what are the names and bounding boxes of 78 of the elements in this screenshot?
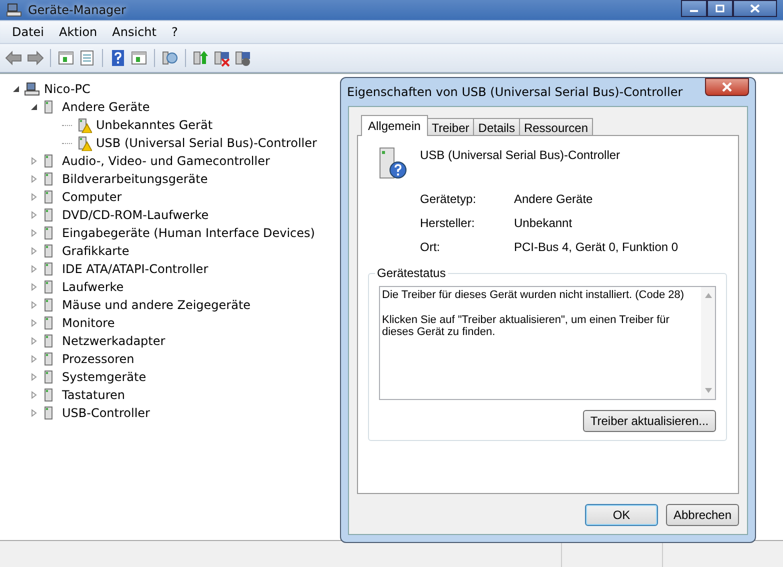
forward-arrow-icon[interactable] bbox=[26, 49, 44, 67]
device-name: USB (Universal Serial Bus)-Controller bbox=[420, 148, 620, 162]
tree-item[interactable]: Tastaturen bbox=[62, 388, 125, 402]
expand-triangle-icon[interactable] bbox=[30, 229, 38, 237]
property-value: PCI-Bus 4, Gerät 0, Funktion 0 bbox=[514, 240, 680, 254]
maximize-button[interactable] bbox=[707, 0, 733, 17]
document-icon[interactable] bbox=[78, 49, 96, 67]
minimize-button[interactable] bbox=[681, 0, 707, 17]
expand-triangle-icon[interactable] bbox=[30, 157, 38, 165]
status-message: Die Treiber für dieses Gerät wurden nicht installiert. (Code 28) bbox=[382, 289, 686, 301]
property-value: Andere Geräte bbox=[514, 192, 594, 206]
expand-triangle-icon[interactable] bbox=[30, 265, 38, 273]
status-text-box[interactable]: Die Treiber für dieses Gerät wurden nicht installiert. (Code 28) Klicken Sie auf "Treiber aktualisieren", um einen Treiber für dieses Gerät zu finden. bbox=[379, 286, 716, 400]
expand-triangle-icon[interactable] bbox=[30, 193, 38, 201]
scroll-up-icon[interactable] bbox=[704, 293, 712, 298]
expand-triangle-icon[interactable] bbox=[30, 391, 38, 399]
expand-triangle-icon[interactable] bbox=[30, 211, 38, 219]
tree-item[interactable]: Nico-PC bbox=[44, 82, 90, 96]
expand-triangle-icon[interactable] bbox=[30, 175, 38, 183]
expand-triangle-icon[interactable] bbox=[30, 283, 38, 291]
tree-item[interactable]: Bildverarbeitungsgeräte bbox=[62, 172, 208, 186]
cancel-button[interactable]: Abbrechen bbox=[666, 504, 739, 526]
computer-icon bbox=[6, 2, 22, 18]
close-icon bbox=[750, 4, 760, 13]
menu-item[interactable]: Datei bbox=[6, 25, 50, 39]
tree-item[interactable]: Monitore bbox=[62, 316, 115, 330]
tree-item[interactable]: Laufwerke bbox=[62, 280, 124, 294]
window-pane-icon[interactable] bbox=[130, 49, 148, 67]
property-value: Unbekannt bbox=[514, 216, 574, 230]
maximize-icon bbox=[715, 4, 725, 13]
status-message: Klicken Sie auf "Treiber aktualisieren", um einen Treiber für dieses Gerät zu finden. bbox=[382, 314, 670, 338]
tab[interactable]: Ressourcen bbox=[518, 118, 593, 136]
tree-item[interactable]: Eingabegeräte (Human Interface Devices) bbox=[62, 226, 315, 240]
tree-item[interactable]: Unbekanntes Gerät bbox=[96, 118, 213, 132]
expand-triangle-icon[interactable] bbox=[30, 373, 38, 381]
property-label: Hersteller: bbox=[420, 216, 476, 230]
dialog-title: Eigenschaften von USB (Universal Serial Bus)-Controller bbox=[347, 85, 683, 99]
tree-item[interactable]: Grafikkarte bbox=[62, 244, 130, 258]
tree-item[interactable]: DVD/CD-ROM-Laufwerke bbox=[62, 208, 209, 222]
tree-item[interactable]: Andere Geräte bbox=[62, 100, 150, 114]
tree-item[interactable]: USB (Universal Serial Bus)-Controller bbox=[96, 136, 317, 150]
tree-item[interactable]: Mäuse und andere Zeigegeräte bbox=[62, 298, 251, 312]
collapse-triangle-icon[interactable] bbox=[30, 103, 38, 111]
tree-item[interactable]: IDE ATA/ATAPI-Controller bbox=[62, 262, 208, 276]
expand-triangle-icon[interactable] bbox=[30, 409, 38, 417]
menu-item[interactable]: Ansicht bbox=[106, 25, 162, 39]
tree-item[interactable]: Netzwerkadapter bbox=[62, 334, 166, 348]
expand-triangle-icon[interactable] bbox=[30, 319, 38, 327]
menu-item[interactable]: Aktion bbox=[53, 25, 104, 39]
tree-item[interactable]: Computer bbox=[62, 190, 122, 204]
ok-button[interactable]: OK bbox=[585, 504, 658, 526]
tab[interactable]: Details bbox=[473, 118, 520, 136]
expand-triangle-icon[interactable] bbox=[30, 301, 38, 309]
close-button[interactable] bbox=[733, 0, 777, 17]
expand-triangle-icon[interactable] bbox=[30, 247, 38, 255]
tree-item[interactable]: Prozessoren bbox=[62, 352, 134, 366]
close-icon bbox=[721, 82, 733, 92]
window-pane-icon[interactable] bbox=[57, 49, 75, 67]
computer-icon bbox=[24, 81, 40, 97]
collapse-triangle-icon[interactable] bbox=[12, 85, 20, 93]
group-label: Gerätestatus bbox=[375, 266, 448, 280]
update-driver-button[interactable]: Treiber aktualisieren... bbox=[583, 410, 716, 432]
device-remove-icon[interactable] bbox=[213, 49, 231, 67]
close-button[interactable] bbox=[705, 78, 749, 96]
back-arrow-icon[interactable] bbox=[5, 49, 23, 67]
device-update-icon[interactable] bbox=[192, 49, 210, 67]
window-title: Geräte-Manager bbox=[28, 3, 126, 17]
tree-item[interactable]: Audio-, Video- und Gamecontroller bbox=[62, 154, 270, 168]
menu-item[interactable]: ? bbox=[165, 25, 184, 39]
property-label: Ort: bbox=[420, 240, 441, 254]
expand-triangle-icon[interactable] bbox=[30, 355, 38, 363]
scroll-down-icon[interactable] bbox=[704, 388, 712, 393]
help-icon[interactable] bbox=[109, 49, 127, 67]
property-label: Gerätetyp: bbox=[420, 192, 478, 206]
expand-triangle-icon[interactable] bbox=[30, 337, 38, 345]
tab[interactable]: Allgemein bbox=[361, 115, 428, 136]
tree-item[interactable]: USB-Controller bbox=[62, 406, 150, 420]
tree-item[interactable]: Systemgeräte bbox=[62, 370, 146, 384]
